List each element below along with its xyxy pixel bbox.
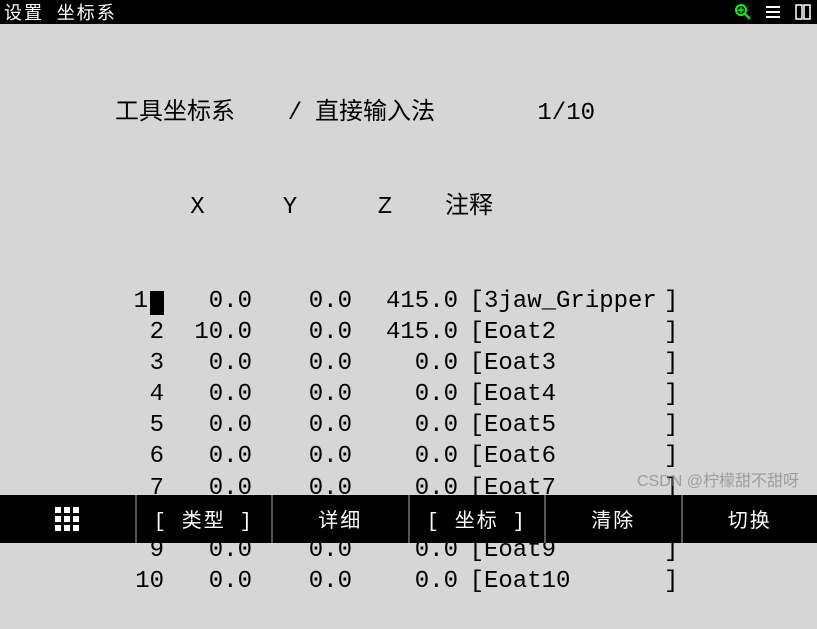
table-row[interactable]: 10.00.0415.0[3jaw_Gripper] (20, 286, 797, 317)
cell-y: 0.0 (252, 286, 352, 317)
clear-button[interactable]: 清除 (546, 495, 683, 543)
menu-icon[interactable] (763, 2, 783, 22)
column-header-y: Y (245, 192, 335, 223)
row-index: 1 (20, 286, 170, 317)
row-index: 2 (20, 317, 170, 348)
bracket-close: ] (664, 317, 684, 348)
cell-y: 0.0 (252, 379, 352, 410)
column-header-x: X (150, 192, 245, 223)
cell-note: Eoat3 (484, 348, 664, 379)
apps-icon (55, 507, 79, 531)
cell-note: Eoat5 (484, 410, 664, 441)
column-header-z: Z (335, 192, 435, 223)
heading-title: 工具坐标系 (115, 98, 275, 129)
column-header-note: 注释 (435, 192, 535, 223)
cell-z: 0.0 (352, 379, 458, 410)
cell-x: 0.0 (170, 410, 252, 441)
titlebar-icons (733, 2, 813, 22)
zoom-in-icon[interactable] (733, 2, 753, 22)
bracket-open: [ (458, 441, 484, 472)
cell-z: 0.0 (352, 410, 458, 441)
switch-button[interactable]: 切换 (683, 495, 817, 543)
row-index: 10 (20, 566, 170, 597)
heading-method: 直接输入法 (315, 98, 495, 129)
table-row[interactable]: 210.00.0415.0[Eoat2] (20, 317, 797, 348)
heading-row: 工具坐标系 / 直接输入法 1/10 (115, 98, 797, 129)
page-counter: 1/10 (495, 98, 595, 129)
bracket-close: ] (664, 286, 684, 317)
cell-z: 0.0 (352, 441, 458, 472)
cell-y: 0.0 (252, 441, 352, 472)
row-index: 3 (20, 348, 170, 379)
cell-z: 415.0 (352, 317, 458, 348)
cell-y: 0.0 (252, 348, 352, 379)
table-row[interactable]: 30.00.00.0[Eoat3] (20, 348, 797, 379)
bracket-open: [ (458, 410, 484, 441)
panel-icon[interactable] (793, 2, 813, 22)
cell-note: Eoat4 (484, 379, 664, 410)
apps-button[interactable] (0, 495, 137, 543)
cursor-icon (150, 291, 164, 315)
table-row[interactable]: 100.00.00.0[Eoat10] (20, 566, 797, 597)
table-body: 10.00.0415.0[3jaw_Gripper]210.00.0415.0[… (20, 286, 797, 598)
bracket-open: [ (458, 317, 484, 348)
bracket-close: ] (664, 410, 684, 441)
row-index: 5 (20, 410, 170, 441)
cell-x: 0.0 (170, 566, 252, 597)
cell-z: 0.0 (352, 566, 458, 597)
bracket-open: [ (458, 566, 484, 597)
table-row[interactable]: 50.00.00.0[Eoat5] (20, 410, 797, 441)
cell-z: 0.0 (352, 348, 458, 379)
bracket-close: ] (664, 379, 684, 410)
bracket-open: [ (458, 286, 484, 317)
bracket-open: [ (458, 348, 484, 379)
watermark: CSDN @柠檬甜不甜呀 (637, 467, 799, 491)
coord-button[interactable]: [ 坐标 ] (410, 495, 547, 543)
titlebar: 设置 坐标系 (0, 0, 817, 24)
bracket-close: ] (664, 566, 684, 597)
cell-note: 3jaw_Gripper (484, 286, 664, 317)
titlebar-text: 设置 坐标系 (4, 0, 733, 25)
cell-y: 0.0 (252, 410, 352, 441)
cell-z: 415.0 (352, 286, 458, 317)
row-index: 6 (20, 441, 170, 472)
cell-note: Eoat10 (484, 566, 664, 597)
cell-y: 0.0 (252, 566, 352, 597)
cell-x: 0.0 (170, 379, 252, 410)
bottom-bar: [ 类型 ] 详细 [ 坐标 ] 清除 切换 (0, 495, 817, 543)
cell-x: 0.0 (170, 348, 252, 379)
detail-button[interactable]: 详细 (273, 495, 410, 543)
type-button[interactable]: [ 类型 ] (137, 495, 274, 543)
cell-x: 10.0 (170, 317, 252, 348)
bracket-open: [ (458, 379, 484, 410)
column-header-row: X Y Z 注释 (150, 192, 797, 223)
table-row[interactable]: 40.00.00.0[Eoat4] (20, 379, 797, 410)
cell-x: 0.0 (170, 441, 252, 472)
row-index: 4 (20, 379, 170, 410)
cell-note: Eoat2 (484, 317, 664, 348)
bracket-close: ] (664, 348, 684, 379)
heading-slash: / (275, 98, 315, 129)
cell-y: 0.0 (252, 317, 352, 348)
cell-x: 0.0 (170, 286, 252, 317)
